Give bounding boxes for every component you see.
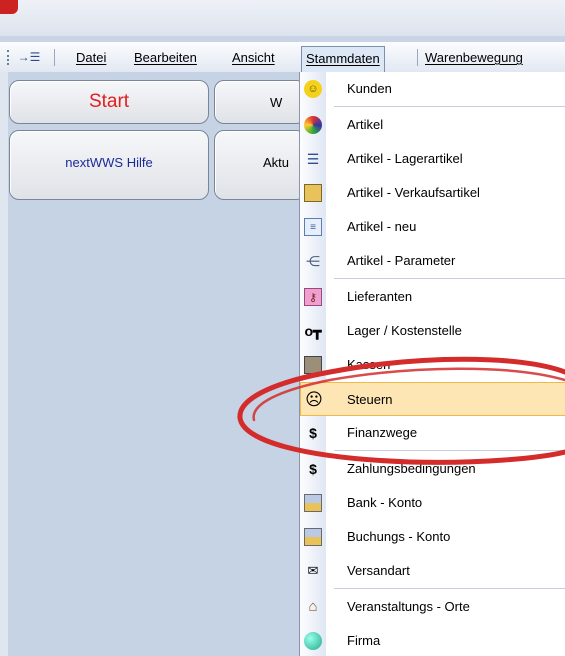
dropdown-item-label: Artikel - Parameter [347,253,456,268]
dropdown-item-artikel-lagerartikel[interactable]: ☰ Artikel - Lagerartikel [300,142,565,176]
coins-icon [304,494,322,512]
dropdown-item-label: Finanzwege [347,425,418,440]
dropdown-item-lieferanten[interactable]: ⚷ Lieferanten [300,280,565,314]
menu-options-icon[interactable]: →☰ [17,48,41,66]
workspace-edge [0,72,8,656]
dropdown-item-label: Steuern [347,392,393,407]
aktu-button[interactable]: Aktu [214,130,306,200]
globe-icon [304,632,322,650]
w-button[interactable]: W [214,80,306,124]
dropdown-item-label: Artikel - neu [347,219,417,234]
menu-separator [417,49,418,66]
dropdown-item-firma[interactable]: Firma [300,624,565,656]
start-button-label: Start [88,91,130,112]
dropdown-item-versandart[interactable]: ✉ Versandart [300,554,565,588]
dropdown-item-label: Kassen [347,357,391,372]
dropdown-item-buchungs-konto[interactable]: Buchungs - Konto [300,520,565,554]
dropdown-item-label: Artikel [347,117,384,132]
dropdown-item-kunden[interactable]: ☺ Kunden [300,72,565,106]
dropdown-item-label: Lieferanten [347,289,413,304]
dollar-icon: $ [309,425,317,441]
app-logo-icon [0,0,18,14]
dropdown-item-veranstaltungs-orte[interactable]: ⌂ Veranstaltungs - Orte [300,590,565,624]
dropdown-item-label: Zahlungsbedingungen [347,461,476,476]
dropdown-item-label: Versandart [347,563,410,578]
dropdown-item-artikel[interactable]: Artikel [300,108,565,142]
dropdown-item-label: Artikel - Verkaufsartikel [347,185,480,200]
menu-ansicht[interactable]: Ansicht [232,48,275,68]
dollar-icon: $ [309,461,317,477]
house-icon: ⌂ [308,598,318,615]
menu-bar: →☰ Datei Bearbeiten Ansicht Stammdaten W… [0,42,565,73]
dropdown-item-label: Lager / Kostenstelle [347,323,462,338]
dropdown-item-bank-konto[interactable]: Bank - Konto [300,486,565,520]
dropdown-item-artikel-parameter[interactable]: ⋲ Artikel - Parameter [300,244,565,278]
dropdown-item-label: Artikel - Lagerartikel [347,151,463,166]
list-icon: ☰ [306,151,320,167]
tree-icon: ⋲ [306,253,320,269]
menu-stammdaten[interactable]: Stammdaten [301,46,385,73]
coins-icon [304,528,322,546]
dropdown-separator [334,106,565,107]
key-icon: o┳ [304,323,322,339]
key-card-icon: ⚷ [304,288,322,306]
dropdown-item-artikel-neu[interactable]: ≡ Artikel - neu [300,210,565,244]
dropdown-separator [334,588,565,589]
dropdown-item-kassen[interactable]: Kassen [300,348,565,382]
dropdown-item-label: Kunden [347,81,392,96]
toolbar-grip-icon[interactable] [7,50,11,65]
palette-icon [304,116,322,134]
stammdaten-dropdown: ☺ Kunden Artikel ☰ Artikel - Lagerartike… [299,72,565,656]
dropdown-item-zahlungsbedingungen[interactable]: $ Zahlungsbedingungen [300,452,565,486]
menu-datei[interactable]: Datei [76,48,106,68]
title-bar [0,0,565,36]
dropdown-separator [334,450,565,451]
cash-register-icon [304,356,322,374]
dropdown-item-label: Veranstaltungs - Orte [347,599,470,614]
dropdown-item-artikel-verkaufsartikel[interactable]: Artikel - Verkaufsartikel [300,176,565,210]
dropdown-item-label: Firma [347,633,381,648]
dropdown-item-finanzwege[interactable]: $ Finanzwege [300,416,565,450]
form-icon: ≡ [304,218,322,236]
dropdown-item-label: Bank - Konto [347,495,423,510]
dropdown-item-steuern[interactable]: ☹ Steuern [300,382,565,416]
sad-face-icon: ☹ [305,390,323,409]
envelopes-icon: ✉ [307,563,319,578]
smiley-icon: ☺ [304,80,322,98]
dropdown-item-lager-kostenstelle[interactable]: o┳ Lager / Kostenstelle [300,314,565,348]
start-button[interactable]: Start [9,80,209,124]
menu-warenbewegung[interactable]: Warenbewegung [425,48,523,68]
help-button-label: nextWWS Hilfe [65,155,153,170]
menu-bearbeiten[interactable]: Bearbeiten [134,48,197,68]
menu-separator [54,49,55,66]
dropdown-separator [334,278,565,279]
dropdown-item-label: Buchungs - Konto [347,529,451,544]
help-button[interactable]: nextWWS Hilfe [9,130,209,200]
register-icon [304,184,322,202]
